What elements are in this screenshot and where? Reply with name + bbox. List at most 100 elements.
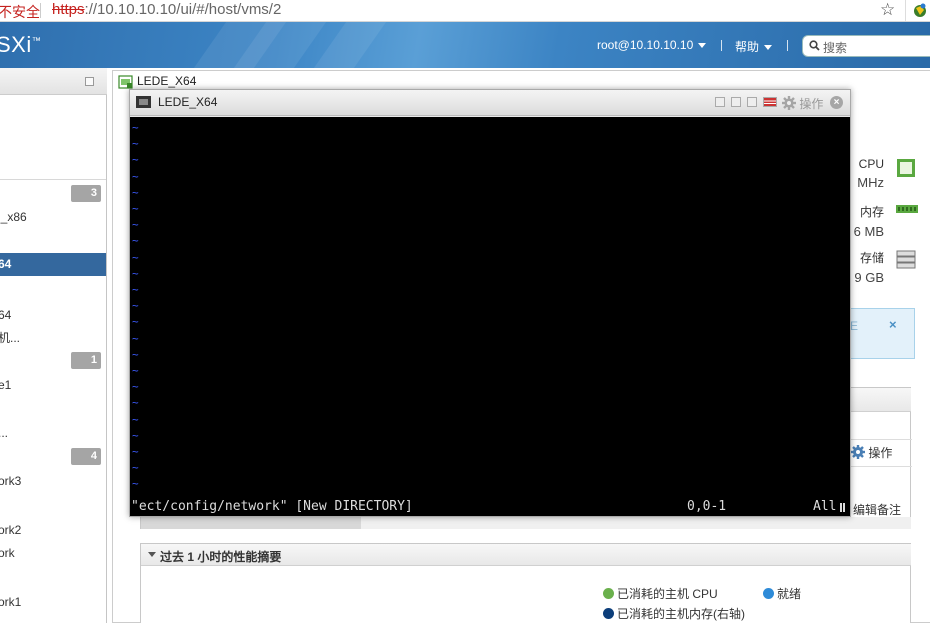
vim-tilde-line: ~ xyxy=(132,347,139,361)
fit-window-icon[interactable] xyxy=(731,97,741,107)
vim-tilde-line: ~ xyxy=(132,396,139,410)
vim-tilde-line: ~ xyxy=(132,202,139,215)
actions-button[interactable]: 操作 xyxy=(851,444,892,461)
cpu-icon xyxy=(897,159,915,177)
close-icon[interactable]: × xyxy=(889,317,897,332)
nav-item[interactable]: ... xyxy=(0,426,8,440)
cpu-value: MHz xyxy=(857,175,884,190)
navigator-header xyxy=(0,68,107,95)
vim-tilde-line: ~ xyxy=(132,428,139,442)
vim-tilde-line: ~ xyxy=(132,250,139,264)
vim-status-all: All xyxy=(813,499,837,514)
vim-tilde-line: ~ xyxy=(132,380,139,394)
header-decoration xyxy=(313,22,387,68)
vm-icon xyxy=(118,75,133,89)
console-actions-label: 操作 xyxy=(799,97,824,111)
vim-tilde-line: ~ xyxy=(132,412,139,426)
vim-tilde-line: ~ xyxy=(132,234,139,248)
nav-item[interactable]: 机... xyxy=(0,329,20,346)
vim-tilde-line: ~ xyxy=(132,461,139,475)
memory-icon xyxy=(896,205,918,213)
count-badge: 1 xyxy=(71,352,101,369)
chevron-down-icon xyxy=(698,43,707,49)
vim-tilde-line: ~ xyxy=(132,299,139,313)
vim-tilde-line: ~ xyxy=(132,315,139,329)
search-placeholder: 搜索 xyxy=(823,41,848,55)
browser-address-bar[interactable]: 不安全 https://10.10.10.10/ui/#/host/vms/2 … xyxy=(0,0,930,22)
edit-notes-button[interactable]: 编辑备注 xyxy=(853,501,901,518)
nav-item[interactable]: e1 xyxy=(0,378,11,392)
legend-swatch xyxy=(603,608,614,619)
app-header: SXi™ root@10.10.10.10 帮助 搜索 xyxy=(0,22,930,68)
search-input[interactable]: 搜索 xyxy=(802,35,930,57)
panel-header[interactable]: 过去 1 小时的性能摘要 xyxy=(141,544,911,566)
vim-tilde-line: ~ xyxy=(132,121,139,134)
storage-label: 存储 xyxy=(859,251,884,265)
memory-stat: 内存 6 MB xyxy=(854,203,884,239)
memory-label: 内存 xyxy=(859,205,884,219)
extension-icon[interactable] xyxy=(905,0,930,21)
monitor-icon xyxy=(136,96,151,108)
console-screen[interactable]: "ect/config/network" [New DIRECTORY] 0,0… xyxy=(130,117,850,516)
user-menu[interactable]: root@10.10.10.10 xyxy=(597,38,707,52)
header-divider xyxy=(787,40,788,51)
bookmark-star-icon[interactable]: ☆ xyxy=(880,0,895,20)
brand-logo: SXi™ xyxy=(0,32,42,57)
restore-icon[interactable] xyxy=(715,97,725,107)
cpu-label: CPU xyxy=(858,157,884,171)
vim-tilde-line: ~ xyxy=(132,169,139,183)
legend-item: 已消耗的主机内存(右轴) xyxy=(603,605,745,622)
vm-console-window[interactable]: LEDE_X64 操作 × "ect/config/network" [New … xyxy=(129,89,851,517)
fullscreen-icon[interactable] xyxy=(747,97,757,107)
nav-item[interactable]: l_x86 xyxy=(0,210,27,224)
header-divider xyxy=(721,40,722,51)
url-text[interactable]: https://10.10.10.10/ui/#/host/vms/2 xyxy=(52,1,281,18)
gear-icon xyxy=(851,445,865,459)
nav-item[interactable]: ork1 xyxy=(0,595,21,609)
scrollbar-thumb[interactable] xyxy=(141,517,361,529)
address-divider xyxy=(40,3,41,18)
security-warning[interactable]: 不安全 xyxy=(0,2,40,22)
keyboard-flag-icon[interactable] xyxy=(763,97,777,107)
nav-item[interactable]: ork3 xyxy=(0,474,21,488)
vim-tilde-line: ~ xyxy=(132,283,139,296)
vim-status-file: "ect/config/network" [New DIRECTORY] xyxy=(131,499,413,514)
memory-value: 6 MB xyxy=(853,224,884,239)
chevron-down-icon xyxy=(764,45,773,51)
panel-scrollbar[interactable] xyxy=(141,517,911,529)
navigator-panel: 3 l_x86 64 64 机... 1 e1 ... 4 ork3 ork2 … xyxy=(0,68,107,623)
info-banner: E × xyxy=(850,308,915,359)
vim-tilde-line: ~ xyxy=(132,185,139,199)
count-badge: 3 xyxy=(71,185,101,202)
vim-tilde-line: ~ xyxy=(132,137,139,151)
nav-item[interactable]: ork2 xyxy=(0,523,21,537)
nav-item-selected[interactable]: 64 xyxy=(0,253,106,276)
mouse-cursor-icon xyxy=(840,503,846,512)
count-badge: 4 xyxy=(71,448,101,465)
panel-title: 过去 1 小时的性能摘要 xyxy=(160,550,282,564)
console-titlebar[interactable]: LEDE_X64 操作 × xyxy=(130,90,850,116)
legend-swatch xyxy=(763,588,774,599)
vim-tilde-line: ~ xyxy=(132,331,139,345)
storage-value: 9 GB xyxy=(854,270,884,285)
actions-label: 操作 xyxy=(868,446,893,460)
vim-status-position: 0,0-1 xyxy=(687,499,727,514)
collapse-triangle-icon[interactable] xyxy=(148,552,156,557)
url-scheme: https xyxy=(52,1,85,18)
vim-tilde-line: ~ xyxy=(132,445,139,458)
legend-item: 就绪 xyxy=(763,585,801,602)
vim-tilde-line: ~ xyxy=(132,364,139,377)
banner-text: E xyxy=(850,319,859,333)
vim-tilde-line: ~ xyxy=(132,477,139,491)
console-actions-button[interactable]: 操作 xyxy=(782,95,823,112)
nav-item[interactable]: ork xyxy=(0,546,15,560)
nav-item-label: 64 xyxy=(0,257,12,271)
close-icon[interactable]: × xyxy=(830,96,843,109)
search-icon xyxy=(809,40,820,51)
gear-icon xyxy=(782,96,796,110)
collapse-pane-icon[interactable] xyxy=(85,77,94,86)
help-label: 帮助 xyxy=(735,40,760,54)
vim-tilde-line: ~ xyxy=(132,218,139,232)
help-menu[interactable]: 帮助 xyxy=(735,38,773,55)
nav-item[interactable]: 64 xyxy=(0,308,11,322)
